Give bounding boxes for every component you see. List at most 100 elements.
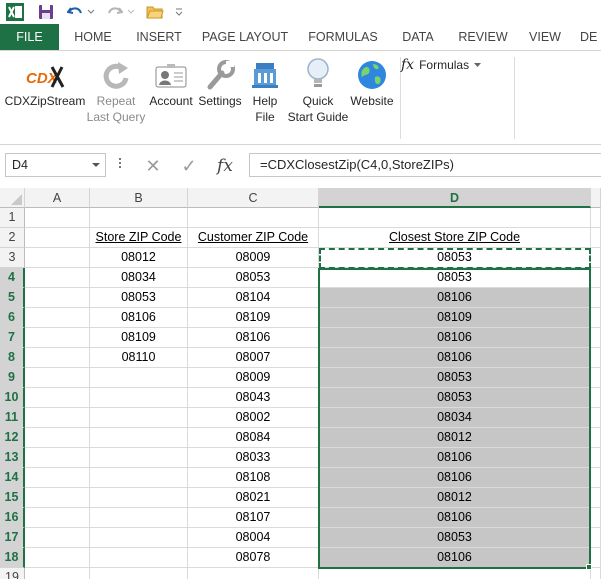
- insert-function-icon[interactable]: fx: [207, 153, 243, 179]
- cell-c14[interactable]: 08108: [188, 468, 319, 488]
- cell-c10[interactable]: 08043: [188, 388, 319, 408]
- help-file-button[interactable]: Help File: [244, 55, 286, 125]
- cell-b12[interactable]: [90, 428, 188, 448]
- cell-e14[interactable]: [591, 468, 601, 488]
- cell-d14[interactable]: 08106: [319, 468, 591, 488]
- enter-entry-icon[interactable]: ✓: [171, 153, 207, 179]
- tab-insert[interactable]: INSERT: [129, 24, 189, 50]
- cell-d9[interactable]: 08053: [319, 368, 591, 388]
- row-header[interactable]: 3: [0, 248, 25, 268]
- tab-view[interactable]: VIEW: [522, 24, 568, 50]
- cell-c8[interactable]: 08007: [188, 348, 319, 368]
- cell-a3[interactable]: [25, 248, 90, 268]
- cell-d7[interactable]: 08106: [319, 328, 591, 348]
- cell-e18[interactable]: [591, 548, 601, 568]
- cell-d3[interactable]: 08053: [319, 248, 591, 268]
- cell-d18[interactable]: 08106: [319, 548, 591, 568]
- cell-c15[interactable]: 08021: [188, 488, 319, 508]
- cell-e19[interactable]: [591, 568, 601, 579]
- cell-d2[interactable]: Closest Store ZIP Code: [319, 228, 591, 248]
- cell-e2[interactable]: [591, 228, 601, 248]
- cell-a5[interactable]: [25, 288, 90, 308]
- cell-b5[interactable]: 08053: [90, 288, 188, 308]
- cell-a6[interactable]: [25, 308, 90, 328]
- cell-c1[interactable]: [188, 208, 319, 228]
- cell-e15[interactable]: [591, 488, 601, 508]
- column-header-a[interactable]: A: [25, 188, 90, 208]
- tab-home[interactable]: HOME: [64, 24, 122, 50]
- quick-start-guide-button[interactable]: Quick Start Guide: [286, 55, 350, 125]
- cell-e11[interactable]: [591, 408, 601, 428]
- cell-a19[interactable]: [25, 568, 90, 579]
- cell-d12[interactable]: 08012: [319, 428, 591, 448]
- cell-c9[interactable]: 08009: [188, 368, 319, 388]
- cell-e8[interactable]: [591, 348, 601, 368]
- cell-b4[interactable]: 08034: [90, 268, 188, 288]
- cell-e10[interactable]: [591, 388, 601, 408]
- cell-a17[interactable]: [25, 528, 90, 548]
- undo-icon[interactable]: [66, 3, 84, 21]
- cell-d5[interactable]: 08106: [319, 288, 591, 308]
- cell-d8[interactable]: 08106: [319, 348, 591, 368]
- cell-a1[interactable]: [25, 208, 90, 228]
- cell-a9[interactable]: [25, 368, 90, 388]
- tab-page-layout[interactable]: PAGE LAYOUT: [196, 24, 294, 50]
- cancel-entry-icon[interactable]: ✕: [135, 153, 171, 179]
- row-header[interactable]: 15: [0, 488, 25, 508]
- column-header-d[interactable]: D: [319, 188, 591, 208]
- cell-d13[interactable]: 08106: [319, 448, 591, 468]
- cell-c7[interactable]: 08106: [188, 328, 319, 348]
- cell-c13[interactable]: 08033: [188, 448, 319, 468]
- cell-d4[interactable]: 08053: [319, 268, 591, 288]
- account-button[interactable]: Account: [146, 55, 196, 109]
- repeat-last-query-button[interactable]: Repeat Last Query: [86, 55, 146, 125]
- cell-e13[interactable]: [591, 448, 601, 468]
- cell-b9[interactable]: [90, 368, 188, 388]
- cell-e3[interactable]: [591, 248, 601, 268]
- cell-d16[interactable]: 08106: [319, 508, 591, 528]
- cell-a15[interactable]: [25, 488, 90, 508]
- formula-input[interactable]: =CDXClosestZip(C4,0,StoreZIPs): [249, 153, 601, 177]
- row-header[interactable]: 16: [0, 508, 25, 528]
- column-header-b[interactable]: B: [90, 188, 188, 208]
- cell-b19[interactable]: [90, 568, 188, 579]
- cell-e12[interactable]: [591, 428, 601, 448]
- cell-a10[interactable]: [25, 388, 90, 408]
- cell-b17[interactable]: [90, 528, 188, 548]
- settings-button[interactable]: Settings: [196, 55, 244, 109]
- column-header-e[interactable]: [591, 188, 601, 208]
- cell-b13[interactable]: [90, 448, 188, 468]
- cell-a4[interactable]: [25, 268, 90, 288]
- cell-c3[interactable]: 08009: [188, 248, 319, 268]
- row-header[interactable]: 10: [0, 388, 25, 408]
- cell-e4[interactable]: [591, 268, 601, 288]
- row-header[interactable]: 9: [0, 368, 25, 388]
- cell-c2[interactable]: Customer ZIP Code: [188, 228, 319, 248]
- cell-d19[interactable]: [319, 568, 591, 579]
- row-header[interactable]: 17: [0, 528, 25, 548]
- cell-e6[interactable]: [591, 308, 601, 328]
- row-header[interactable]: 5: [0, 288, 25, 308]
- redo-dropdown-icon[interactable]: [126, 3, 136, 21]
- cell-c6[interactable]: 08109: [188, 308, 319, 328]
- cell-d17[interactable]: 08053: [319, 528, 591, 548]
- cell-d1[interactable]: [319, 208, 591, 228]
- select-all-corner[interactable]: [0, 188, 25, 208]
- column-header-c[interactable]: C: [188, 188, 319, 208]
- row-header[interactable]: 2: [0, 228, 25, 248]
- row-header[interactable]: 6: [0, 308, 25, 328]
- cell-b7[interactable]: 08109: [90, 328, 188, 348]
- cell-a8[interactable]: [25, 348, 90, 368]
- cell-e9[interactable]: [591, 368, 601, 388]
- cell-b15[interactable]: [90, 488, 188, 508]
- row-header[interactable]: 13: [0, 448, 25, 468]
- row-header[interactable]: 12: [0, 428, 25, 448]
- cell-b10[interactable]: [90, 388, 188, 408]
- cell-b3[interactable]: 08012: [90, 248, 188, 268]
- cell-b6[interactable]: 08106: [90, 308, 188, 328]
- row-header[interactable]: 1: [0, 208, 25, 228]
- cell-d11[interactable]: 08034: [319, 408, 591, 428]
- cell-e1[interactable]: [591, 208, 601, 228]
- tab-file[interactable]: FILE: [0, 24, 59, 50]
- tab-developer[interactable]: DE: [580, 24, 601, 50]
